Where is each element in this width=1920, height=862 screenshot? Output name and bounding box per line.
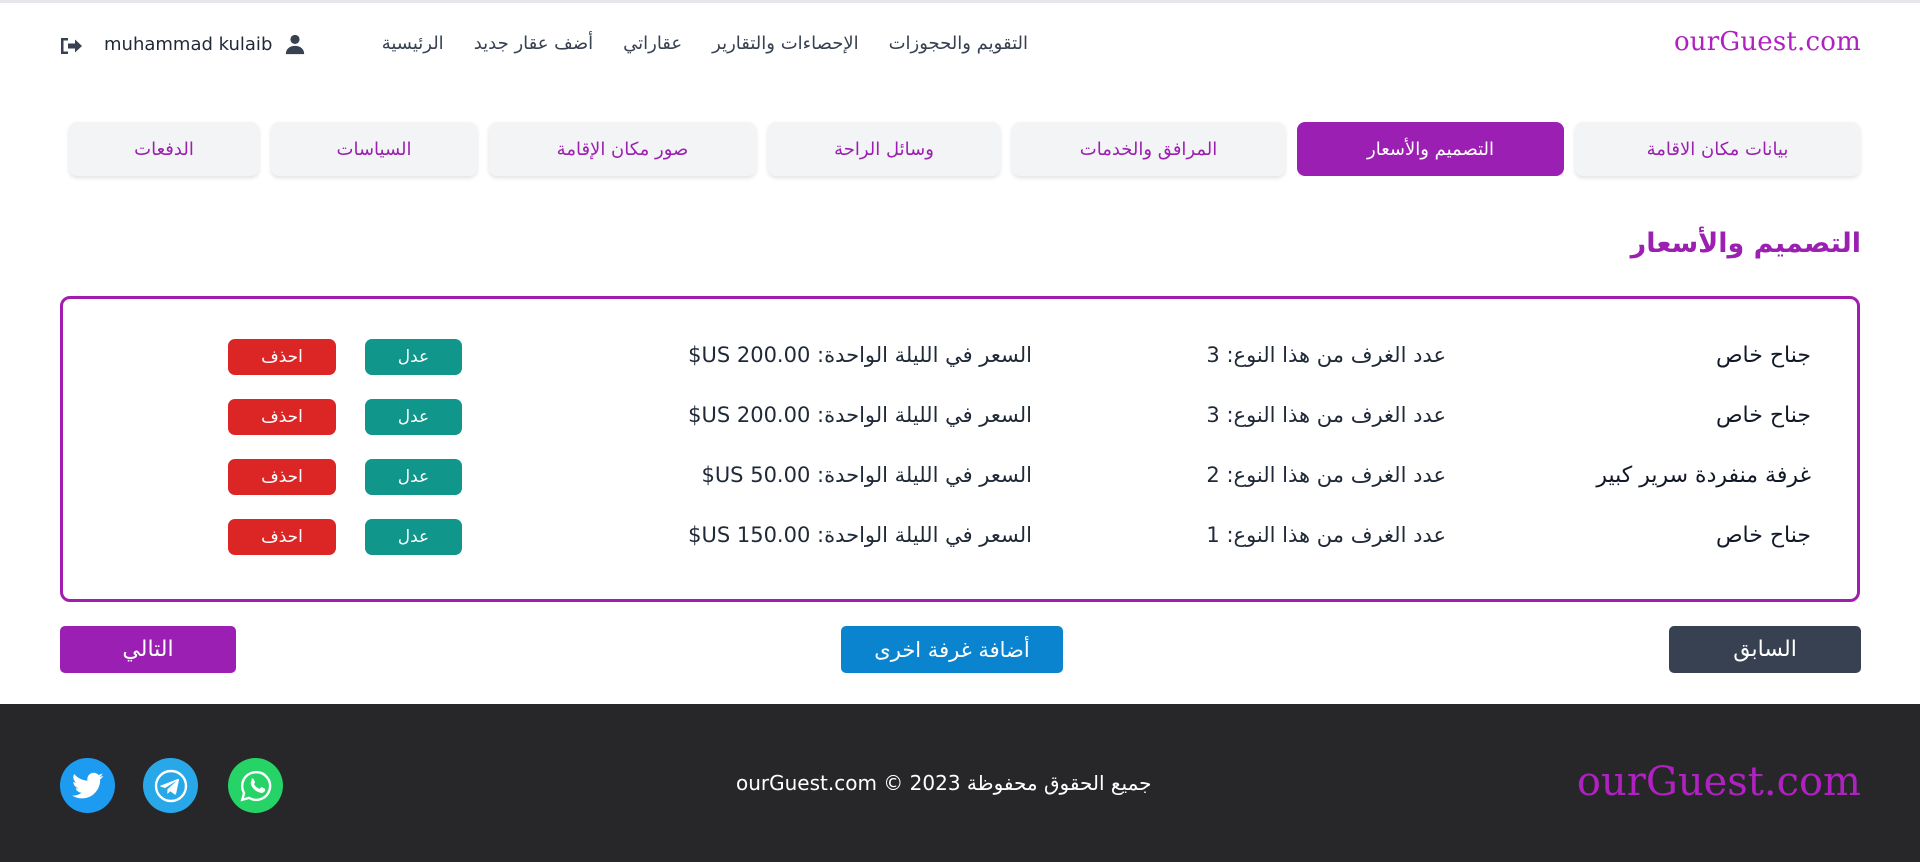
previous-button[interactable]: السابق xyxy=(1669,626,1861,673)
twitter-icon[interactable] xyxy=(60,758,115,813)
edit-button[interactable]: عدل xyxy=(365,339,462,375)
tab-property-photos[interactable]: صور مكان الإقامة xyxy=(489,122,756,176)
room-count: عدد الغرف من هذا النوع: 1 xyxy=(1206,523,1446,547)
room-name: جناح خاص xyxy=(1715,403,1811,428)
user-menu[interactable]: muhammad kulaib xyxy=(104,33,306,55)
step-tabs: بيانات مكان الاقامة التصميم والأسعار الم… xyxy=(69,122,1860,176)
footer: ourGuest.com جميع الحقوق محفوظة 2023 © o… xyxy=(0,704,1920,862)
delete-button[interactable]: احذف xyxy=(228,399,336,435)
tab-payments[interactable]: الدفعات xyxy=(69,122,259,176)
list-item: جناح خاص عدد الغرف من هذا النوع: 3 السعر… xyxy=(63,397,1857,437)
nav-add-property[interactable]: أضف عقار جديد xyxy=(474,33,593,54)
room-name: غرفة منفردة سرير كبير xyxy=(1596,463,1811,488)
room-price: السعر في الليلة الواحدة: 150.00 US$ xyxy=(688,523,1032,547)
tab-property-info[interactable]: بيانات مكان الاقامة xyxy=(1575,122,1860,176)
edit-button[interactable]: عدل xyxy=(365,459,462,495)
room-count: عدد الغرف من هذا النوع: 3 xyxy=(1206,343,1446,367)
user-icon xyxy=(286,34,305,55)
tab-facilities-services[interactable]: المرافق والخدمات xyxy=(1012,122,1285,176)
tab-policies[interactable]: السياسات xyxy=(271,122,477,176)
tab-design-pricing[interactable]: التصميم والأسعار xyxy=(1297,122,1564,176)
room-count: عدد الغرف من هذا النوع: 3 xyxy=(1206,403,1446,427)
main-nav: الرئيسية أضف عقار جديد عقاراتي الإحصاءات… xyxy=(382,33,1028,54)
telegram-icon[interactable] xyxy=(143,758,198,813)
edit-button[interactable]: عدل xyxy=(365,399,462,435)
page-title: التصميم والأسعار xyxy=(1630,228,1861,259)
nav-calendar-bookings[interactable]: التقويم والحجوزات xyxy=(889,33,1028,54)
next-button[interactable]: التالي xyxy=(60,626,236,673)
navbar: ourGuest.com الرئيسية أضف عقار جديد عقار… xyxy=(0,3,1920,83)
rooms-list: جناح خاص عدد الغرف من هذا النوع: 3 السعر… xyxy=(60,296,1860,602)
add-room-button[interactable]: أضافة غرفة اخرى xyxy=(841,626,1063,673)
nav-my-properties[interactable]: عقاراتي xyxy=(623,33,682,54)
delete-button[interactable]: احذف xyxy=(228,339,336,375)
room-name: جناح خاص xyxy=(1715,343,1811,368)
room-count: عدد الغرف من هذا النوع: 2 xyxy=(1206,463,1446,487)
user-name: muhammad kulaib xyxy=(104,33,273,55)
room-name: جناح خاص xyxy=(1715,523,1811,548)
room-price: السعر في الليلة الواحدة: 50.00 US$ xyxy=(701,463,1032,487)
list-item: جناح خاص عدد الغرف من هذا النوع: 3 السعر… xyxy=(63,337,1857,377)
nav-home[interactable]: الرئيسية xyxy=(382,33,444,54)
copyright-text: جميع الحقوق محفوظة 2023 © ourGuest.com xyxy=(736,771,1152,795)
tab-amenities[interactable]: وسائل الراحة xyxy=(768,122,1000,176)
footer-brand-logo: ourGuest.com xyxy=(1576,759,1861,805)
whatsapp-icon[interactable] xyxy=(228,758,283,813)
nav-stats-reports[interactable]: الإحصاءات والتقارير xyxy=(712,33,858,54)
list-item: جناح خاص عدد الغرف من هذا النوع: 1 السعر… xyxy=(63,517,1857,557)
room-price: السعر في الليلة الواحدة: 200.00 US$ xyxy=(688,343,1032,367)
delete-button[interactable]: احذف xyxy=(228,519,336,555)
logout-icon[interactable] xyxy=(59,36,83,56)
delete-button[interactable]: احذف xyxy=(228,459,336,495)
room-price: السعر في الليلة الواحدة: 200.00 US$ xyxy=(688,403,1032,427)
list-item: غرفة منفردة سرير كبير عدد الغرف من هذا ا… xyxy=(63,457,1857,497)
brand-logo[interactable]: ourGuest.com xyxy=(1674,27,1861,57)
edit-button[interactable]: عدل xyxy=(365,519,462,555)
